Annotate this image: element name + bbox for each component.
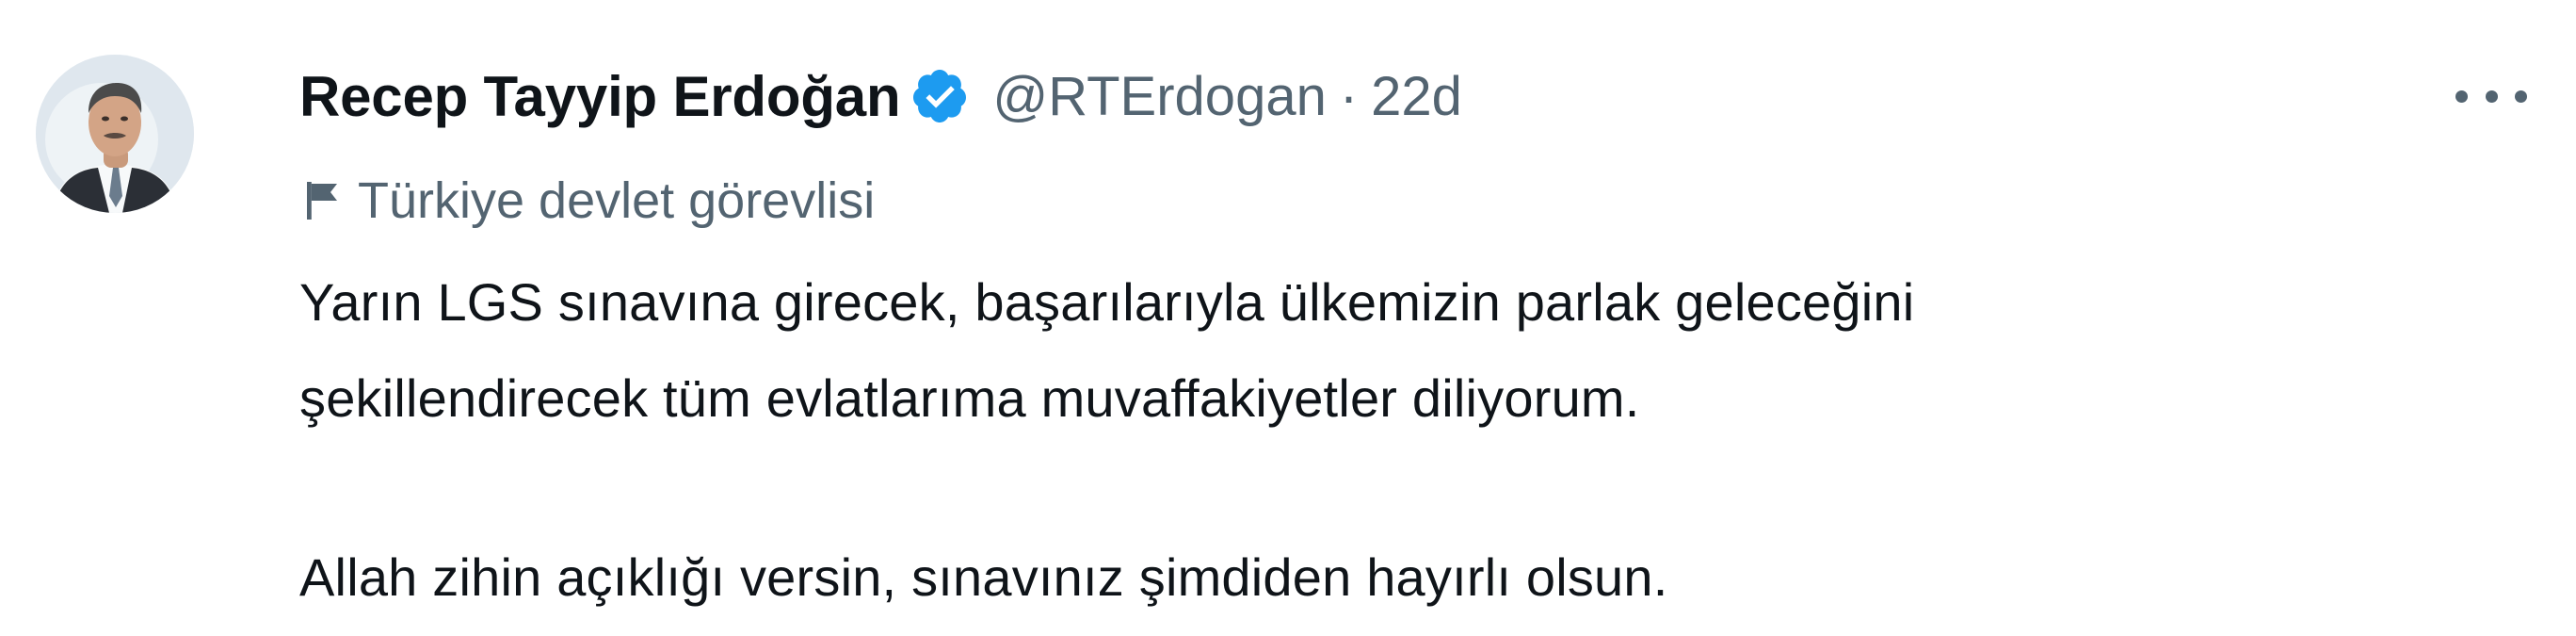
account-label-text: Türkiye devlet görevlisi (358, 172, 876, 229)
author-handle[interactable]: @RTErdogan (992, 65, 1326, 128)
more-dots-icon[interactable] (2455, 77, 2527, 115)
tweet-text-line: Allah zihin açıklığı versin, sınavınız ş… (299, 547, 1668, 607)
more-dot (2485, 90, 2498, 103)
tweet-timestamp[interactable]: 22d (1371, 65, 1462, 128)
avatar[interactable] (36, 55, 194, 213)
more-dot (2515, 90, 2527, 103)
more-dot (2455, 90, 2468, 103)
tweet-text-line: şekillendirecek tüm evlatlarıma muvaffak… (299, 368, 1640, 428)
tweet-text-line: Yarın LGS sınavına girecek, başarılarıyl… (299, 272, 1915, 332)
author-display-name[interactable]: Recep Tayyip Erdoğan (299, 64, 901, 129)
tweet-card[interactable]: Recep Tayyip Erdoğan @RTErdogan · 22d Tü… (0, 0, 2576, 636)
tweet-header: Recep Tayyip Erdoğan @RTErdogan · 22d (299, 58, 1462, 134)
separator-dot: · (1339, 65, 1359, 127)
verified-badge-icon[interactable] (910, 66, 970, 126)
profile-photo (36, 55, 194, 213)
account-label[interactable]: Türkiye devlet görevlisi (303, 168, 875, 234)
flag-icon (307, 182, 337, 220)
